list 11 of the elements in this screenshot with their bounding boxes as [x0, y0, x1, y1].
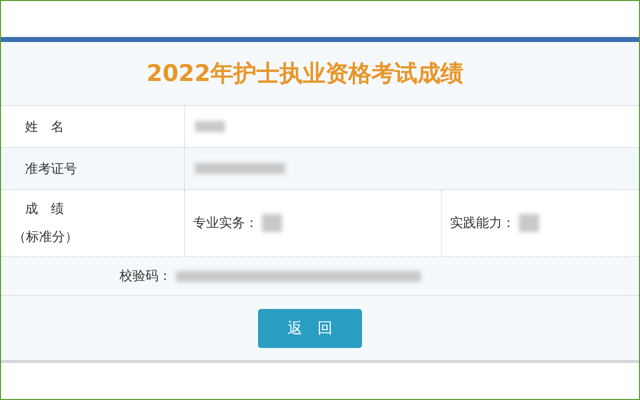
field-label: 成 绩 [25, 201, 64, 218]
score-label: 实践能力： [450, 215, 515, 232]
score-label: 专业实务： [193, 215, 258, 232]
verification-label: 校验码： [120, 268, 172, 285]
field-sublabel: （标准分） [13, 229, 78, 246]
back-button[interactable]: 返 回 [258, 308, 362, 348]
redacted-value [195, 121, 225, 132]
redacted-value [519, 214, 539, 232]
redacted-value [262, 214, 282, 232]
field-label: 准考证号 [25, 160, 77, 178]
field-label: 姓 名 [25, 118, 64, 136]
